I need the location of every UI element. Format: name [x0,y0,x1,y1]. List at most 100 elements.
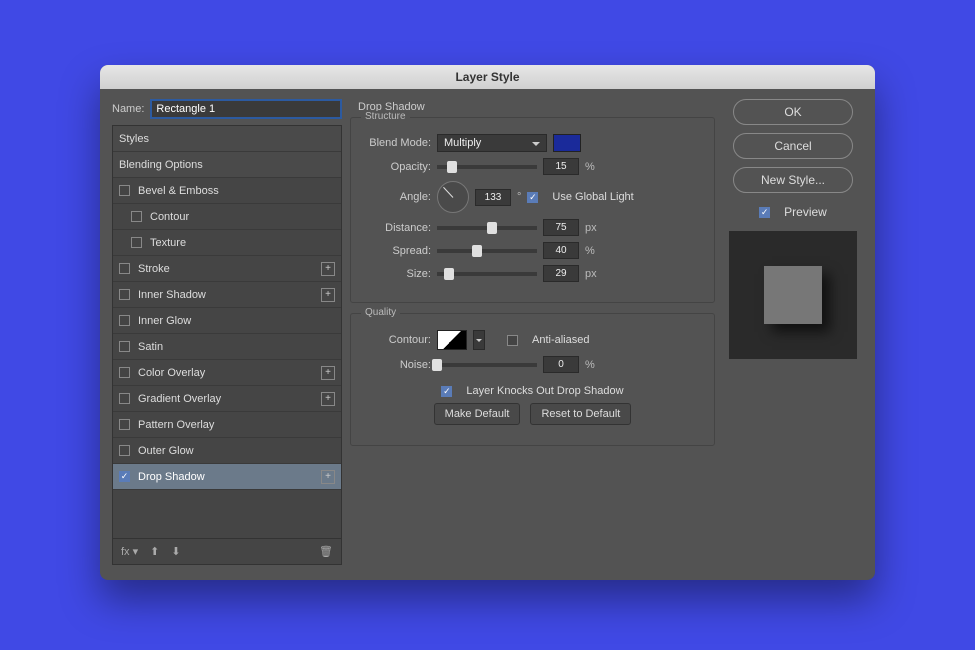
blend-mode-select[interactable]: Multiply [437,134,547,152]
knockout-label: Layer Knocks Out Drop Shadow [466,385,623,397]
style-checkbox[interactable] [119,445,130,456]
make-default-button[interactable]: Make Default [434,403,521,425]
angle-dial[interactable] [437,181,469,213]
trash-icon[interactable]: 🗑 [319,545,333,558]
shadow-color-swatch[interactable] [553,134,581,152]
style-label: Contour [150,211,189,223]
knockout-checkbox[interactable] [441,386,452,397]
styles-footer: fx ▾ ⬆ ⬇ 🗑 [113,538,341,564]
angle-unit: ° [517,191,521,203]
noise-label: Noise: [361,359,431,371]
style-row-color-overlay[interactable]: Color Overlay+ [113,360,341,386]
contour-label: Contour: [361,334,431,346]
move-up-icon[interactable]: ⬆ [150,545,159,558]
distance-label: Distance: [361,222,431,234]
style-checkbox[interactable] [119,289,130,300]
spread-slider[interactable] [437,249,537,253]
style-label: Inner Shadow [138,289,206,301]
panel-title: Drop Shadow [358,101,715,113]
style-row-drop-shadow[interactable]: Drop Shadow + [113,464,341,490]
opacity-input[interactable] [543,158,579,175]
reset-default-button[interactable]: Reset to Default [530,403,631,425]
fx-icon[interactable]: fx ▾ [121,545,138,558]
style-row-pattern-overlay[interactable]: Pattern Overlay [113,412,341,438]
add-effect-icon[interactable]: + [321,392,335,406]
add-effect-icon[interactable]: + [321,470,335,484]
style-label: Outer Glow [138,445,194,457]
style-row-bevel-emboss[interactable]: Bevel & Emboss [113,178,341,204]
style-checkbox[interactable] [131,237,142,248]
preview-label: Preview [784,205,827,219]
contour-dropdown-icon[interactable] [473,330,485,350]
distance-input[interactable] [543,219,579,236]
antialiased-checkbox[interactable] [507,335,518,346]
style-label: Texture [150,237,186,249]
style-checkbox[interactable] [119,419,130,430]
style-checkbox[interactable] [119,393,130,404]
style-label: Inner Glow [138,315,191,327]
size-label: Size: [361,268,431,280]
size-unit: px [585,268,597,280]
opacity-slider[interactable] [437,165,537,169]
style-label: Bevel & Emboss [138,185,219,197]
blend-mode-label: Blend Mode: [361,137,431,149]
style-checkbox[interactable] [119,315,130,326]
preview-checkbox[interactable] [759,207,770,218]
styles-header[interactable]: Styles [113,126,341,152]
style-label: Stroke [138,263,170,275]
style-row-contour[interactable]: Contour [113,204,341,230]
add-effect-icon[interactable]: + [321,366,335,380]
spread-unit: % [585,245,595,257]
noise-slider[interactable] [437,363,537,367]
style-row-satin[interactable]: Satin [113,334,341,360]
spread-input[interactable] [543,242,579,259]
ok-button[interactable]: OK [733,99,853,125]
move-down-icon[interactable]: ⬇ [171,545,180,558]
noise-input[interactable] [543,356,579,373]
dialog-title: Layer Style [100,65,875,89]
name-input[interactable] [150,99,342,119]
style-row-texture[interactable]: Texture [113,230,341,256]
style-label: Gradient Overlay [138,393,221,405]
style-row-stroke[interactable]: Stroke + [113,256,341,282]
global-light-checkbox[interactable] [527,192,538,203]
add-effect-icon[interactable]: + [321,262,335,276]
style-checkbox[interactable] [119,341,130,352]
style-row-outer-glow[interactable]: Outer Glow [113,438,341,464]
style-row-gradient-overlay[interactable]: Gradient Overlay + [113,386,341,412]
styles-list: Styles Blending Options Bevel & Emboss Co… [112,125,342,565]
preview-box [729,231,857,359]
angle-label: Angle: [361,191,431,203]
contour-swatch[interactable] [437,330,467,350]
opacity-label: Opacity: [361,161,431,173]
style-checkbox[interactable] [119,471,130,482]
global-light-label: Use Global Light [552,191,633,203]
layer-style-dialog: Layer Style Name: Styles Blending Option… [100,65,875,580]
quality-fieldset: Quality Contour: Anti-aliased Noise: % [350,313,715,446]
cancel-button[interactable]: Cancel [733,133,853,159]
style-checkbox[interactable] [131,211,142,222]
blending-options-row[interactable]: Blending Options [113,152,341,178]
size-input[interactable] [543,265,579,282]
new-style-button[interactable]: New Style... [733,167,853,193]
style-checkbox[interactable] [119,367,130,378]
quality-title: Quality [361,307,400,318]
style-row-inner-shadow[interactable]: Inner Shadow + [113,282,341,308]
add-effect-icon[interactable]: + [321,288,335,302]
style-checkbox[interactable] [119,263,130,274]
style-label: Pattern Overlay [138,419,214,431]
angle-input[interactable] [475,189,511,206]
opacity-unit: % [585,161,595,173]
distance-unit: px [585,222,597,234]
style-checkbox[interactable] [119,185,130,196]
antialiased-label: Anti-aliased [532,334,589,346]
size-slider[interactable] [437,272,537,276]
noise-unit: % [585,359,595,371]
style-label: Drop Shadow [138,471,205,483]
name-label: Name: [112,103,144,115]
preview-swatch [764,266,822,324]
distance-slider[interactable] [437,226,537,230]
style-label: Satin [138,341,163,353]
structure-title: Structure [361,111,410,122]
style-row-inner-glow[interactable]: Inner Glow [113,308,341,334]
